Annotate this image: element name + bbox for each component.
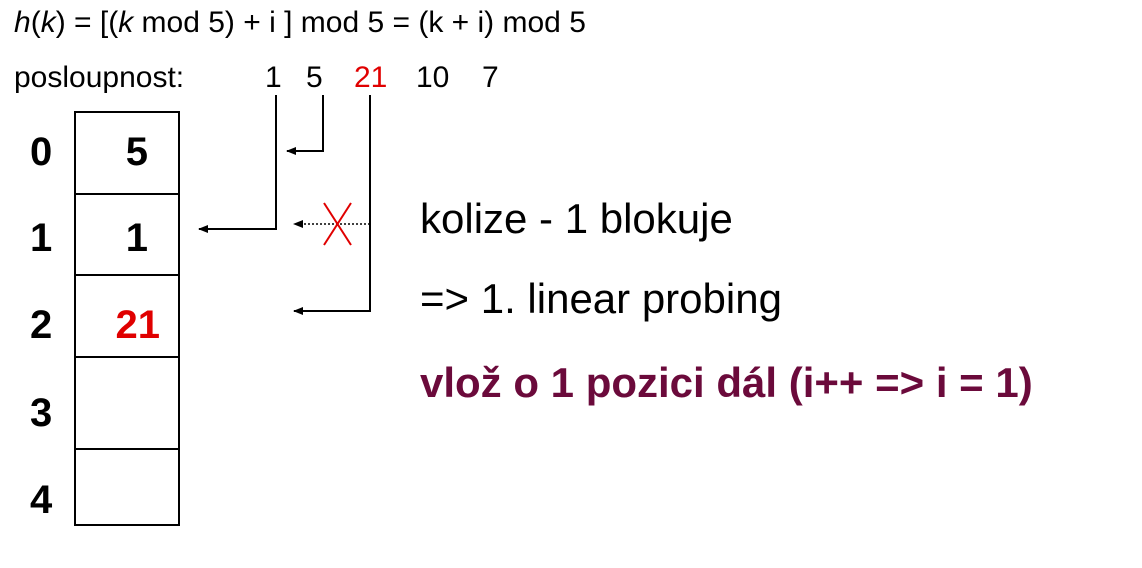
- slot-value-0: 5: [125, 130, 148, 174]
- note-linear-probing: => 1. linear probing: [420, 275, 782, 322]
- arrow-1-to-slot-1: [198, 95, 277, 233]
- arrow-21-to-slot-2: [293, 95, 371, 315]
- slot-value-2: 21: [115, 303, 161, 347]
- slot-value-1: 1: [125, 216, 148, 260]
- note-insert-next: vlož o 1 pozici dál (i++ => i = 1): [420, 359, 1033, 406]
- arrow-5-to-slot-0: [286, 95, 324, 155]
- note-collision: kolize - 1 blokuje: [420, 195, 733, 242]
